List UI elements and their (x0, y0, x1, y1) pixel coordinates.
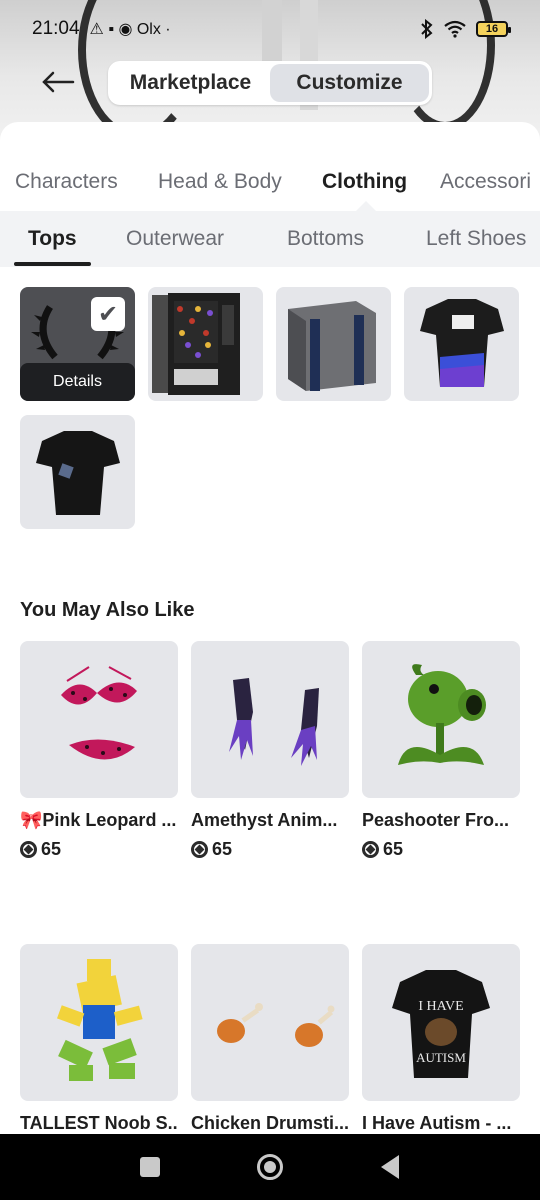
shirt-print-line1: I HAVE (418, 999, 463, 1014)
item-name[interactable]: TALLEST Noob S... (20, 1113, 178, 1134)
details-button[interactable]: Details (20, 363, 135, 401)
recommendation-card[interactable]: Peashooter Fro... 65 (362, 641, 520, 860)
recommendation-card[interactable]: Chicken Drumsti... (191, 944, 349, 1134)
item-name[interactable]: Amethyst Anim... (191, 810, 349, 831)
marketplace-mode-button[interactable]: Marketplace (111, 64, 270, 102)
autism-shirt-thumbnail: I HAVE AUTISM (392, 969, 490, 1078)
system-nav-bar (0, 1134, 540, 1200)
gray-box-thumbnail (288, 301, 376, 391)
item-thumbnail[interactable] (20, 641, 178, 798)
status-notification-icons: ⚠ ▪ ◉ Olx · (90, 19, 171, 39)
back-button[interactable] (38, 62, 78, 102)
recommendation-card[interactable]: Amethyst Anim... 65 (191, 641, 349, 860)
item-name[interactable]: Peashooter Fro... (362, 810, 520, 831)
price-value: 65 (41, 839, 62, 859)
subcategory-bar: Tops Outerwear Bottoms Left Shoes (0, 211, 540, 267)
tab-characters[interactable]: Characters (15, 170, 118, 194)
item-name[interactable]: Chicken Drumsti... (191, 1113, 349, 1134)
owned-item-tile[interactable]: ✔ Details (20, 287, 135, 401)
battery-icon: 16 (476, 21, 511, 37)
price-value: 65 (212, 839, 233, 859)
owned-item-tile[interactable] (148, 287, 263, 401)
tallest-noob-thumbnail (56, 958, 143, 1081)
robux-icon (20, 841, 37, 858)
status-time: 21:04 (32, 18, 80, 39)
owned-item-tile[interactable] (404, 287, 519, 401)
item-thumbnail[interactable]: I HAVE AUTISM (362, 944, 520, 1101)
customize-mode-button[interactable]: Customize (270, 64, 429, 102)
back-nav-button[interactable] (370, 1147, 410, 1187)
item-price: 65 (20, 839, 178, 860)
recommendations-title: You May Also Like (20, 599, 195, 621)
robux-icon (191, 841, 208, 858)
owned-item-tile[interactable] (276, 287, 391, 401)
shirt-print-line2: AUTISM (416, 1050, 466, 1065)
item-thumbnail[interactable] (191, 641, 349, 798)
item-price: 65 (362, 839, 520, 860)
wifi-icon (444, 20, 466, 38)
subtab-left-shoes[interactable]: Left Shoes (426, 227, 526, 251)
recommendation-card[interactable]: 🎀Pink Leopard ... 65 (20, 641, 178, 860)
back-triangle-icon (381, 1155, 399, 1179)
item-name[interactable]: I Have Autism - ... (362, 1113, 520, 1134)
robux-icon (362, 841, 379, 858)
graphic-shirt-thumbnail (420, 299, 504, 387)
tab-head-body[interactable]: Head & Body (158, 170, 282, 194)
back-arrow-icon (42, 71, 75, 93)
subtab-outerwear[interactable]: Outerwear (126, 227, 224, 251)
status-bar: 21:04 ⚠ ▪ ◉ Olx · 16 (0, 0, 540, 58)
item-thumbnail[interactable] (362, 641, 520, 798)
item-name[interactable]: 🎀Pink Leopard ... (20, 810, 178, 831)
category-tabs: Characters Head & Body Clothing Accessor… (0, 160, 540, 210)
pink-leopard-thumbnail (61, 665, 137, 760)
peashooter-thumbnail (398, 663, 486, 765)
owned-item-tile[interactable] (20, 415, 135, 529)
tab-clothing[interactable]: Clothing (322, 170, 407, 194)
vending-machine-thumbnail (152, 293, 240, 395)
bluetooth-icon (421, 19, 433, 39)
item-price: 65 (191, 839, 349, 860)
selected-check-icon: ✔ (91, 297, 125, 331)
black-tshirt-thumbnail (36, 431, 120, 515)
amethyst-claws-thumbnail (229, 677, 319, 766)
chicken-drumstick-thumbnail (217, 1002, 335, 1047)
status-left-icons-text: ⚠ ▪ ◉ Olx · (89, 21, 171, 38)
battery-level: 16 (485, 23, 499, 35)
tab-accessories[interactable]: Accessori (440, 170, 531, 194)
item-thumbnail[interactable] (20, 944, 178, 1101)
recommendation-card[interactable]: I HAVE AUTISM I Have Autism - ... (362, 944, 520, 1134)
subtab-bottoms[interactable]: Bottoms (287, 227, 364, 251)
home-icon (257, 1154, 283, 1180)
customize-sheet: Characters Head & Body Clothing Accessor… (0, 122, 540, 1134)
subtab-tops[interactable]: Tops (28, 227, 77, 251)
mode-toggle: Marketplace Customize (108, 61, 432, 105)
subtab-underline (14, 262, 91, 266)
home-button[interactable] (250, 1147, 290, 1187)
item-thumbnail[interactable] (191, 944, 349, 1101)
recents-button[interactable] (130, 1147, 170, 1187)
recommendation-card[interactable]: TALLEST Noob S... (20, 944, 178, 1134)
price-value: 65 (383, 839, 404, 859)
recents-icon (140, 1157, 160, 1177)
